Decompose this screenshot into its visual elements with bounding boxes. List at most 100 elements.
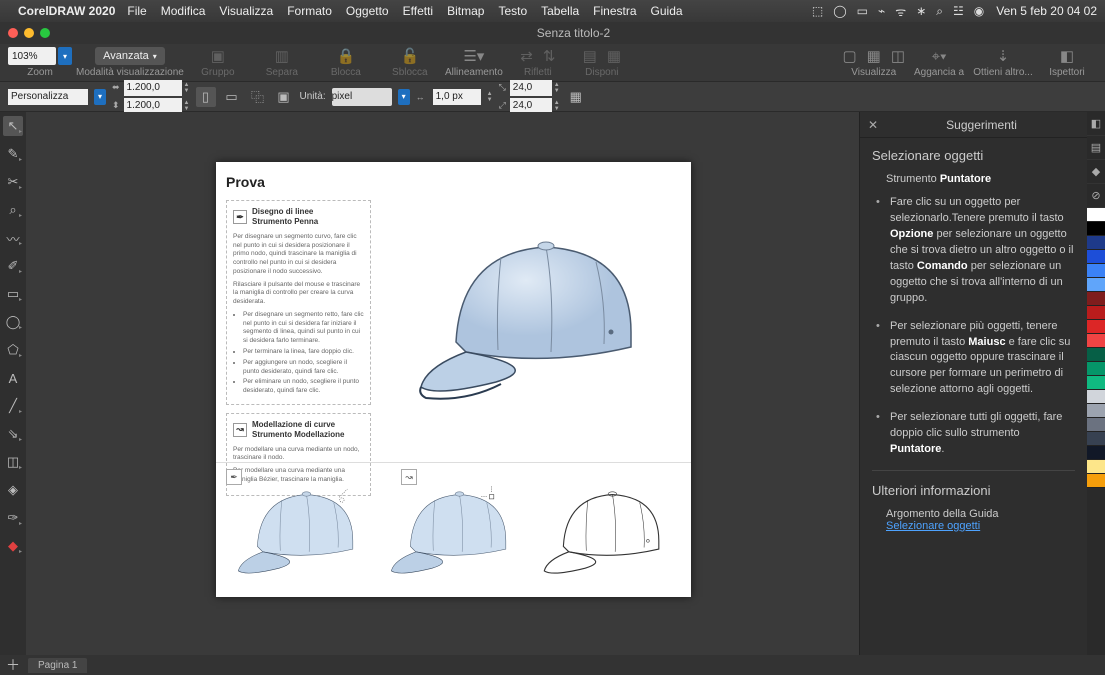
view-mode-dropdown[interactable]: Avanzata ▾ — [95, 47, 165, 65]
wifi-icon[interactable]: ᯤ — [895, 3, 906, 20]
menu-help[interactable]: Guida — [651, 4, 683, 18]
zoom-dropdown[interactable]: ▾ — [58, 47, 72, 65]
color-swatch[interactable] — [1087, 334, 1105, 348]
page-preset-select[interactable] — [8, 89, 88, 105]
landscape-button[interactable]: ▭ — [222, 87, 242, 107]
color-swatch[interactable] — [1087, 418, 1105, 432]
guides-icon[interactable]: ◫ — [891, 47, 905, 65]
sync-icon[interactable]: ◯ — [833, 4, 846, 18]
dup-x-spinner[interactable]: ▲▼ — [554, 82, 560, 94]
width-spinner[interactable]: ▲▼ — [184, 82, 190, 94]
color-swatch[interactable] — [1087, 390, 1105, 404]
help-topic-link[interactable]: Selezionare oggetti — [886, 520, 980, 532]
eyedropper-tool[interactable]: ✑▸ — [3, 508, 23, 528]
dup-y-spinner[interactable]: ▲▼ — [554, 100, 560, 112]
preset-dropdown[interactable]: ▾ — [94, 89, 106, 105]
freehand-tool[interactable]: 〰▸ — [3, 228, 23, 248]
shadow-tool[interactable]: ◫▸ — [3, 452, 23, 472]
add-page-button[interactable]: ＋ — [6, 655, 20, 675]
color-swatch[interactable] — [1087, 362, 1105, 376]
group-icon[interactable]: ▣ — [211, 47, 225, 65]
snap-icon[interactable]: ⌖▾ — [932, 48, 947, 65]
menubar-clock[interactable]: Ven 5 feb 20 04 02 — [996, 4, 1097, 18]
menu-format[interactable]: Formato — [287, 4, 332, 18]
color-swatch[interactable] — [1087, 404, 1105, 418]
docker-tab-2[interactable]: ▤ — [1087, 136, 1105, 160]
color-swatch[interactable] — [1087, 376, 1105, 390]
connector-tool[interactable]: ⇘▸ — [3, 424, 23, 444]
color-swatch[interactable] — [1087, 236, 1105, 250]
unit-dropdown[interactable]: ▾ — [398, 89, 410, 105]
menu-effects[interactable]: Effetti — [403, 4, 433, 18]
unit-select[interactable] — [332, 88, 392, 106]
get-more-icon[interactable]: ⇣ — [997, 47, 1010, 65]
fill-tool[interactable]: ◆▸ — [3, 536, 23, 556]
pick-tool[interactable]: ↖▸ — [3, 116, 23, 136]
color-swatch[interactable] — [1087, 292, 1105, 306]
crop-tool[interactable]: ✂▸ — [3, 172, 23, 192]
menu-table[interactable]: Tabella — [541, 4, 579, 18]
menu-view[interactable]: Visualizza — [219, 4, 273, 18]
nudge-spinner[interactable]: ▲▼ — [487, 91, 493, 103]
current-page-button[interactable]: ▣ — [274, 87, 294, 107]
color-swatch[interactable] — [1087, 320, 1105, 334]
height-spinner[interactable]: ▲▼ — [184, 100, 190, 112]
bluetooth-icon[interactable]: ∗ — [916, 4, 926, 18]
menu-bitmap[interactable]: Bitmap — [447, 4, 484, 18]
color-swatch[interactable] — [1087, 264, 1105, 278]
color-swatch[interactable] — [1087, 306, 1105, 320]
fullscreen-icon[interactable]: ▢ — [842, 47, 856, 65]
color-swatch[interactable] — [1087, 474, 1105, 488]
menu-text[interactable]: Testo — [498, 4, 527, 18]
menu-edit[interactable]: Modifica — [161, 4, 206, 18]
menu-object[interactable]: Oggetto — [346, 4, 389, 18]
siri-icon[interactable]: ◉ — [974, 4, 984, 18]
grid-icon[interactable]: ▦ — [867, 47, 881, 65]
docker-tab-3[interactable]: ◆ — [1087, 160, 1105, 184]
polygon-tool[interactable]: ⬠▸ — [3, 340, 23, 360]
page-tab-1[interactable]: Pagina 1 — [28, 658, 87, 673]
order-back-icon[interactable]: ▦ — [607, 47, 621, 65]
all-pages-button[interactable]: ⿻ — [248, 87, 268, 107]
color-swatch[interactable] — [1087, 222, 1105, 236]
spotlight-icon[interactable]: ⌕ — [936, 4, 943, 19]
color-swatch[interactable] — [1087, 348, 1105, 362]
order-front-icon[interactable]: ▤ — [583, 47, 597, 65]
control-center-icon[interactable]: ☳ — [953, 4, 964, 18]
color-swatch[interactable] — [1087, 460, 1105, 474]
color-swatch[interactable] — [1087, 446, 1105, 460]
color-swatch[interactable] — [1087, 278, 1105, 292]
text-tool[interactable]: A — [3, 368, 23, 388]
page-width-input[interactable] — [124, 80, 182, 96]
transparency-tool[interactable]: ◈ — [3, 480, 23, 500]
minimize-window-button[interactable] — [24, 28, 34, 38]
ungroup-icon[interactable]: ▥ — [275, 47, 289, 65]
color-swatch[interactable] — [1087, 250, 1105, 264]
color-swatch[interactable] — [1087, 208, 1105, 222]
close-window-button[interactable] — [8, 28, 18, 38]
dropbox-icon[interactable]: ⬚ — [812, 4, 823, 18]
zoom-window-button[interactable] — [40, 28, 50, 38]
unlock-icon[interactable]: 🔓 — [401, 47, 420, 65]
battery-icon[interactable]: ▭ — [857, 4, 868, 18]
app-name[interactable]: CorelDRAW 2020 — [18, 4, 115, 18]
pixel-grid-button[interactable]: ▦ — [566, 87, 586, 107]
no-color-swatch[interactable]: ⊘ — [1087, 184, 1105, 208]
mirror-v-icon[interactable]: ⇅ — [543, 47, 556, 65]
shape-tool[interactable]: ✎▸ — [3, 144, 23, 164]
menu-file[interactable]: File — [127, 4, 146, 18]
duplicate-x-input[interactable] — [510, 80, 552, 96]
portrait-button[interactable]: ▯ — [196, 87, 216, 107]
ellipse-tool[interactable]: ◯▸ — [3, 312, 23, 332]
artistic-media-tool[interactable]: ✐▸ — [3, 256, 23, 276]
drawing-canvas[interactable]: Prova ✒Disegno di lineeStrumento Penna P… — [26, 112, 859, 655]
inspectors-icon[interactable]: ◧ — [1060, 47, 1074, 65]
close-docker-button[interactable]: ✕ — [868, 118, 878, 132]
dimension-tool[interactable]: ╱▸ — [3, 396, 23, 416]
rectangle-tool[interactable]: ▭▸ — [3, 284, 23, 304]
zoom-tool[interactable]: ⌕▸ — [3, 200, 23, 220]
mirror-h-icon[interactable]: ⇄ — [520, 47, 533, 65]
align-icon[interactable]: ☰▾ — [463, 47, 484, 65]
docker-tab-1[interactable]: ◧ — [1087, 112, 1105, 136]
menu-window[interactable]: Finestra — [593, 4, 636, 18]
